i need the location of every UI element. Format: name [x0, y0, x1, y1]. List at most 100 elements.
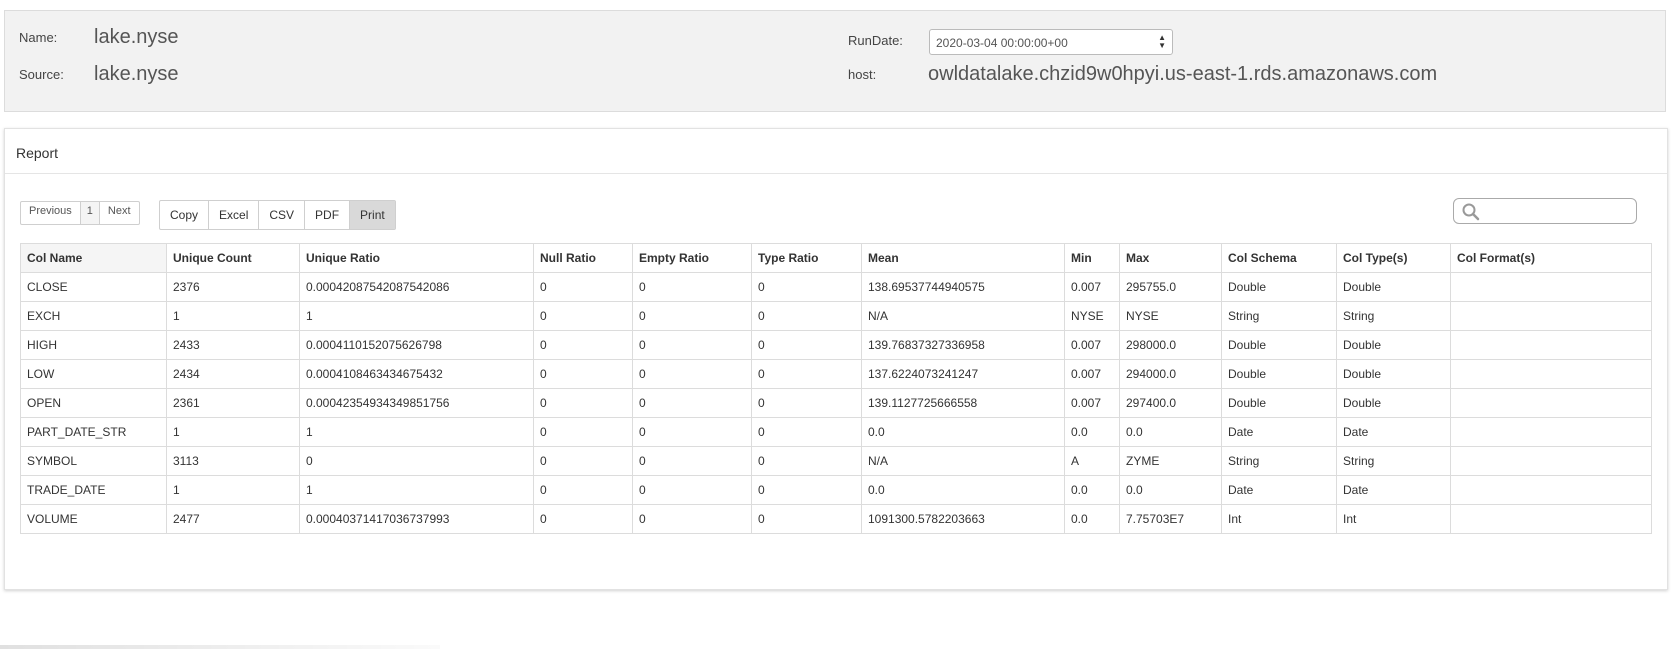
- table-cell: 0.0: [861, 417, 1065, 447]
- table-cell: 0.00042354934349851756: [299, 388, 534, 418]
- table-row: EXCH 1 1 0 0 0 N/A NYSE NYSE String String: [20, 301, 1652, 331]
- table-cell: 0: [533, 475, 633, 505]
- export-button-group: Copy Excel CSV PDF Print: [159, 200, 396, 230]
- table-cell: NYSE: [1119, 301, 1222, 331]
- table-cell: 0: [299, 446, 534, 476]
- name-label: Name:: [19, 30, 58, 45]
- select-arrows-icon: ▲ ▼: [1158, 33, 1166, 50]
- page-number-button[interactable]: 1: [80, 202, 100, 224]
- table-cell: Double: [1336, 359, 1451, 389]
- table-cell: 0: [533, 330, 633, 360]
- source-value: lake.nyse: [94, 63, 179, 85]
- column-header[interactable]: Col Format(s): [1450, 243, 1652, 273]
- table-cell: Double: [1336, 272, 1451, 302]
- table-cell: 0: [533, 359, 633, 389]
- excel-button[interactable]: Excel: [209, 201, 260, 229]
- table-cell: Date: [1221, 417, 1337, 447]
- table-row: SYMBOL 3113 0 0 0 0 N/A A ZYME String String: [20, 446, 1652, 476]
- print-button[interactable]: Print: [350, 201, 395, 229]
- table-cell: 0: [751, 504, 862, 534]
- host-label: host:: [848, 67, 877, 82]
- column-header[interactable]: Max: [1119, 243, 1222, 273]
- table-cell: 0: [751, 388, 862, 418]
- table-header-row: Col Name Unique Count Unique Ratio Null …: [20, 243, 1652, 273]
- pdf-button[interactable]: PDF: [305, 201, 351, 229]
- table-cell: N/A: [861, 446, 1065, 476]
- table-cell: ZYME: [1119, 446, 1222, 476]
- table-cell: 0: [751, 475, 862, 505]
- table-cell: String: [1221, 446, 1337, 476]
- table-cell: 0: [632, 504, 752, 534]
- report-divider: [5, 173, 1667, 174]
- table-cell: [1450, 359, 1652, 389]
- table-cell: Double: [1336, 330, 1451, 360]
- table-cell: [1450, 330, 1652, 360]
- column-header[interactable]: Mean: [861, 243, 1065, 273]
- table-cell: 294000.0: [1119, 359, 1222, 389]
- table-cell: 0: [533, 388, 633, 418]
- table-row: PART_DATE_STR 1 1 0 0 0 0.0 0.0 0.0 Date Date: [20, 417, 1652, 447]
- column-header[interactable]: Null Ratio: [533, 243, 633, 273]
- column-header[interactable]: Col Schema: [1221, 243, 1337, 273]
- copy-button[interactable]: Copy: [160, 201, 210, 229]
- rundate-select[interactable]: 2020-03-04 00:00:00+00 ▲ ▼: [929, 29, 1173, 55]
- table-row: HIGH 2433 0.0004110152075626798 0 0 0 139.7683…: [20, 330, 1652, 360]
- table-cell: Date: [1221, 475, 1337, 505]
- column-header[interactable]: Col Name: [20, 243, 167, 273]
- table-cell: 0: [751, 446, 862, 476]
- column-header[interactable]: Min: [1064, 243, 1120, 273]
- table-cell: OPEN: [20, 388, 167, 418]
- search-input[interactable]: [1453, 198, 1637, 224]
- report-table: Col Name Unique Count Unique Ratio Null …: [20, 243, 1652, 534]
- table-cell: 137.6224073241247: [861, 359, 1065, 389]
- table-cell: 0.007: [1064, 388, 1120, 418]
- rundate-label: RunDate:: [848, 33, 903, 48]
- column-header[interactable]: Type Ratio: [751, 243, 862, 273]
- table-row: CLOSE 2376 0.00042087542087542086 0 0 0 138.69…: [20, 272, 1652, 302]
- table-cell: Int: [1336, 504, 1451, 534]
- column-header[interactable]: Unique Count: [166, 243, 300, 273]
- table-cell: 0: [632, 272, 752, 302]
- table-cell: 0: [632, 446, 752, 476]
- report-panel: Report Previous 1 Next Copy Excel CSV PD…: [4, 128, 1668, 590]
- table-cell: [1450, 504, 1652, 534]
- table-cell: 0.0004110152075626798: [299, 330, 534, 360]
- table-cell: 139.1127725666558: [861, 388, 1065, 418]
- table-cell: CLOSE: [20, 272, 167, 302]
- table-cell: 139.76837327336958: [861, 330, 1065, 360]
- table-cell: 0.0: [861, 475, 1065, 505]
- next-page-button[interactable]: Next: [100, 202, 139, 224]
- csv-button[interactable]: CSV: [259, 201, 306, 229]
- table-cell: TRADE_DATE: [20, 475, 167, 505]
- table-row: TRADE_DATE 1 1 0 0 0 0.0 0.0 0.0 Date Date: [20, 475, 1652, 505]
- table-cell: 0.00040371417036737993: [299, 504, 534, 534]
- table-cell: NYSE: [1064, 301, 1120, 331]
- table-cell: 0: [533, 301, 633, 331]
- table-cell: 0.00042087542087542086: [299, 272, 534, 302]
- table-cell: Double: [1221, 359, 1337, 389]
- table-cell: [1450, 301, 1652, 331]
- table-cell: 0: [632, 301, 752, 331]
- table-cell: 0.007: [1064, 330, 1120, 360]
- table-cell: 2434: [166, 359, 300, 389]
- table-cell: 1091300.5782203663: [861, 504, 1065, 534]
- column-header[interactable]: Unique Ratio: [299, 243, 534, 273]
- table-cell: Double: [1221, 330, 1337, 360]
- table-cell: 0: [533, 417, 633, 447]
- table-cell: 0: [533, 446, 633, 476]
- table-cell: 2376: [166, 272, 300, 302]
- table-cell: 7.75703E7: [1119, 504, 1222, 534]
- table-cell: A: [1064, 446, 1120, 476]
- table-cell: [1450, 388, 1652, 418]
- table-cell: [1450, 475, 1652, 505]
- table-cell: 0.0: [1119, 475, 1222, 505]
- report-title: Report: [16, 145, 59, 161]
- table-cell: 1: [299, 475, 534, 505]
- table-cell: 295755.0: [1119, 272, 1222, 302]
- table-cell: 0.007: [1064, 359, 1120, 389]
- column-header[interactable]: Empty Ratio: [632, 243, 752, 273]
- column-header[interactable]: Col Type(s): [1336, 243, 1451, 273]
- previous-page-button[interactable]: Previous: [21, 202, 81, 224]
- rundate-selected-value: 2020-03-04 00:00:00+00: [936, 36, 1068, 50]
- table-cell: 0.0: [1119, 417, 1222, 447]
